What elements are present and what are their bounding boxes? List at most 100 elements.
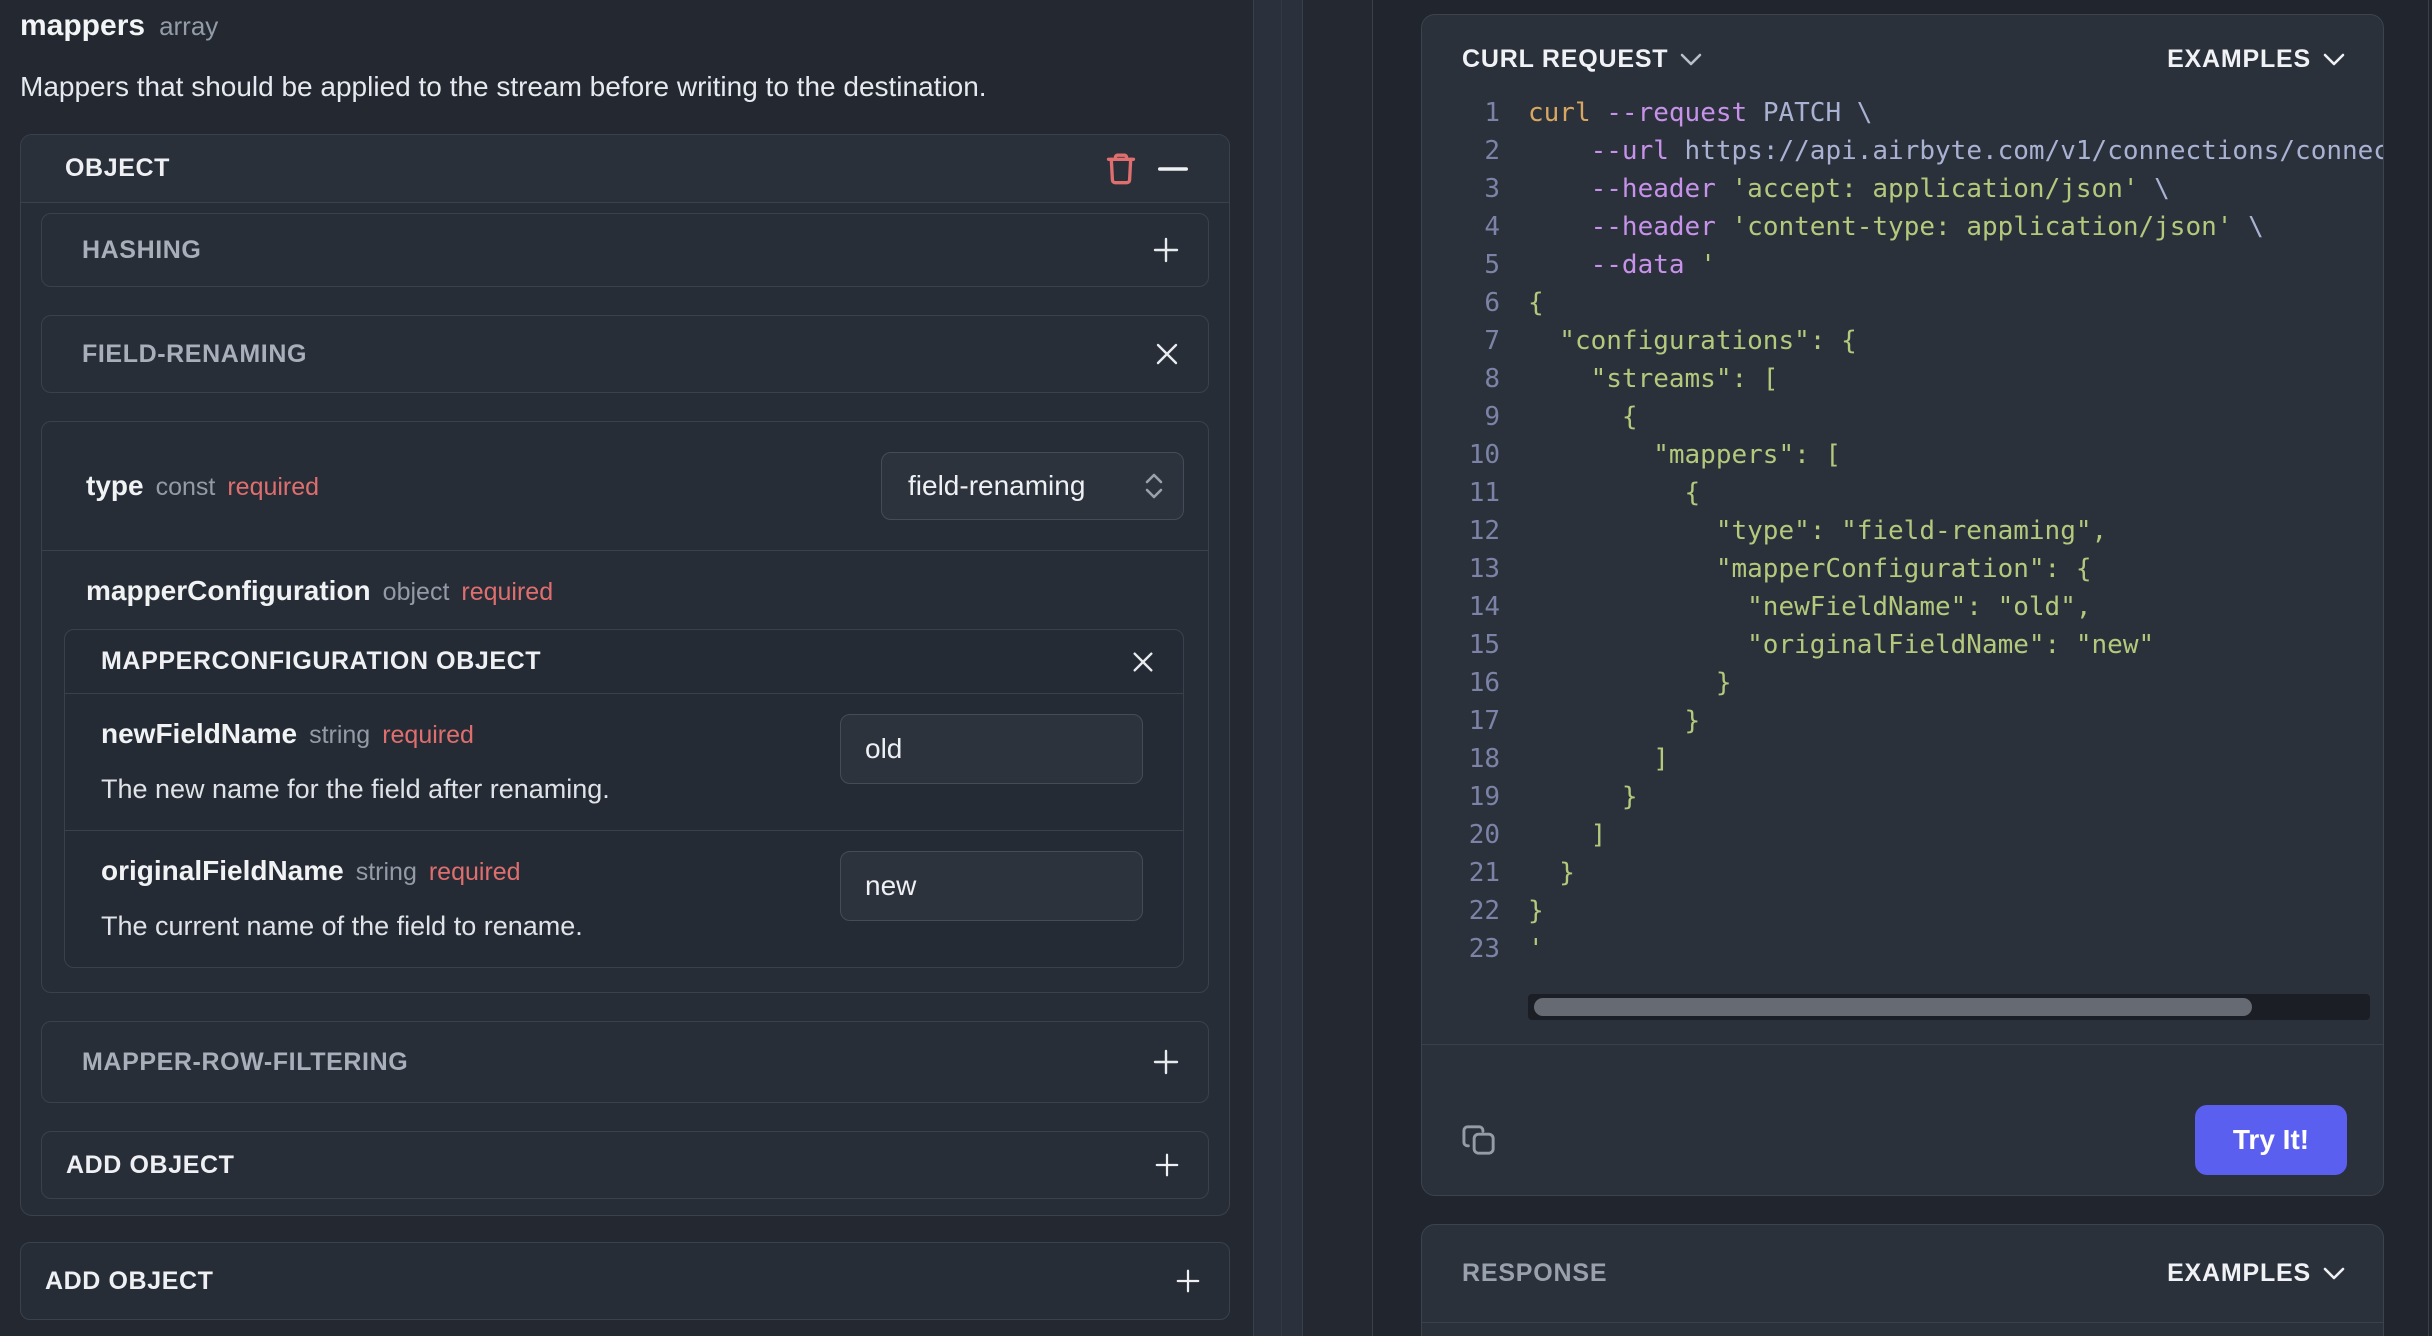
type-field-row: type const required field-renaming xyxy=(42,422,1208,550)
line-number: 3 xyxy=(1484,174,1500,204)
scrollbar-groove xyxy=(1281,0,1282,1336)
original-field-name-input[interactable] xyxy=(840,851,1143,921)
curl-examples-dropdown[interactable]: EXAMPLES xyxy=(2167,45,2345,74)
prop-required: required xyxy=(227,473,320,501)
add-object-button-outer[interactable]: ADD OBJECT xyxy=(20,1242,1230,1320)
line-number: 21 xyxy=(1468,858,1500,888)
line-number: 11 xyxy=(1468,478,1500,508)
mc-object-header: MAPPERCONFIGURATION OBJECT xyxy=(65,630,1183,694)
curl-request-label: CURL REQUEST xyxy=(1462,45,1669,73)
plus-icon xyxy=(1153,237,1179,263)
delete-object-button[interactable] xyxy=(1095,143,1147,195)
code-line: 17 } xyxy=(1422,702,2383,740)
left-pane-scrollbar-track[interactable] xyxy=(1253,0,1303,1336)
copy-code-button[interactable] xyxy=(1458,1118,1502,1162)
code-text: ' xyxy=(1528,934,1544,964)
object-card-header: OBJECT xyxy=(21,135,1229,203)
mc-object-title: MAPPERCONFIGURATION OBJECT xyxy=(101,647,542,675)
prop-meta: string xyxy=(355,858,417,886)
type-select-value: field-renaming xyxy=(908,470,1086,501)
code-text: --url https://api.airbyte.com/v1/connect… xyxy=(1590,136,2383,166)
code-text: "mapperConfiguration": { xyxy=(1528,554,2092,584)
object-header-label: OBJECT xyxy=(65,154,171,182)
code-text: "streams": [ xyxy=(1528,364,1779,394)
field-title-row: mappers array xyxy=(20,8,1230,44)
line-number: 22 xyxy=(1468,896,1500,926)
try-it-button[interactable]: Try It! xyxy=(2195,1105,2347,1175)
collapse-object-button[interactable] xyxy=(1147,143,1199,195)
code-line: 23 ' xyxy=(1422,930,2383,968)
line-number: 7 xyxy=(1484,326,1500,356)
response-examples-dropdown[interactable]: EXAMPLES xyxy=(2167,1259,2345,1288)
code-line: 2 --url https://api.airbyte.com/v1/conne… xyxy=(1422,132,2383,170)
prop-required: required xyxy=(382,721,474,749)
code-text: { xyxy=(1528,402,1638,432)
code-text: curl --request PATCH \ xyxy=(1528,98,1873,128)
prop-name: originalFieldName xyxy=(101,855,344,886)
new-field-name-input[interactable] xyxy=(840,714,1143,784)
code-line: 22} xyxy=(1422,892,2383,930)
code-line: 20 ] xyxy=(1422,816,2383,854)
trash-icon xyxy=(1106,152,1136,184)
request-examples-pane: CURL REQUEST EXAMPLES 1 curl --request PA… xyxy=(1421,0,2384,1336)
code-text: "mappers": [ xyxy=(1528,440,1842,470)
code-line: 21 } xyxy=(1422,854,2383,892)
code-line: 10 "mappers": [ xyxy=(1422,436,2383,474)
chevron-down-icon xyxy=(1681,53,1702,65)
close-icon[interactable] xyxy=(1154,341,1180,367)
curl-panel-footer: Try It! xyxy=(1422,1085,2383,1195)
code-text: "type": "field-renaming", xyxy=(1528,516,2108,546)
code-line: 13 "mapperConfiguration": { xyxy=(1422,550,2383,588)
type-select[interactable]: field-renaming xyxy=(881,452,1184,520)
close-icon[interactable] xyxy=(1131,650,1155,674)
mapper-row-filtering-label: MAPPER-ROW-FILTERING xyxy=(82,1047,409,1076)
code-line: 14 "newFieldName": "old", xyxy=(1422,588,2383,626)
hashing-section-toggle[interactable]: HASHING xyxy=(41,213,1209,287)
line-number: 15 xyxy=(1468,630,1500,660)
code-line: 11 { xyxy=(1422,474,2383,512)
divider xyxy=(1422,1044,2383,1045)
column-divider xyxy=(1372,0,1373,1336)
line-number: 6 xyxy=(1484,288,1500,318)
line-number: 16 xyxy=(1468,668,1500,698)
response-panel: RESPONSE EXAMPLES xyxy=(1421,1224,2384,1336)
page-scrollbar-edge xyxy=(2428,0,2429,1336)
line-number: 13 xyxy=(1468,554,1500,584)
field-name-mappers: mappers xyxy=(20,9,146,42)
field-renaming-section-header[interactable]: FIELD-RENAMING xyxy=(41,315,1209,393)
add-object-button-inner[interactable]: ADD OBJECT xyxy=(41,1131,1209,1199)
scrollbar-thumb[interactable] xyxy=(1534,998,2252,1016)
minus-icon xyxy=(1158,166,1188,171)
curl-request-dropdown[interactable]: CURL REQUEST xyxy=(1462,45,1702,74)
mapper-configuration-object-card: MAPPERCONFIGURATION OBJECT newFieldName … xyxy=(64,629,1184,968)
response-panel-header: RESPONSE EXAMPLES xyxy=(1422,1225,2383,1323)
add-object-label: ADD OBJECT xyxy=(66,1150,235,1179)
line-number: 5 xyxy=(1484,250,1500,280)
type-field-label: type const required xyxy=(86,470,319,502)
code-line: 8 "streams": [ xyxy=(1422,360,2383,398)
code-line: 18 ] xyxy=(1422,740,2383,778)
code-text: "newFieldName": "old", xyxy=(1528,592,2092,622)
line-number: 14 xyxy=(1468,592,1500,622)
plus-icon xyxy=(1176,1269,1200,1293)
code-text: } xyxy=(1528,706,1701,736)
code-text: } xyxy=(1528,858,1575,888)
mapper-configuration-label: mapperConfiguration object required xyxy=(86,575,1184,607)
line-number: 20 xyxy=(1468,820,1500,850)
field-description: Mappers that should be applied to the st… xyxy=(20,71,987,102)
line-number: 8 xyxy=(1484,364,1500,394)
code-line: 19 } xyxy=(1422,778,2383,816)
chevron-down-icon xyxy=(2323,1267,2345,1279)
mapper-row-filtering-section-toggle[interactable]: MAPPER-ROW-FILTERING xyxy=(41,1021,1209,1103)
prop-meta: string xyxy=(309,721,371,749)
code-line: 3 --header 'accept: application/json' \ xyxy=(1422,170,2383,208)
plus-icon xyxy=(1153,1049,1179,1075)
code-text: { xyxy=(1528,288,1544,318)
code-line: 9 { xyxy=(1422,398,2383,436)
mapper-configuration-section: mapperConfiguration object required MAPP… xyxy=(42,551,1208,992)
code-horizontal-scrollbar[interactable] xyxy=(1528,994,2370,1020)
line-number: 12 xyxy=(1468,516,1500,546)
code-text: "originalFieldName": "new" xyxy=(1528,630,2155,660)
code-line: 6{ xyxy=(1422,284,2383,322)
code-line: 12 "type": "field-renaming", xyxy=(1422,512,2383,550)
